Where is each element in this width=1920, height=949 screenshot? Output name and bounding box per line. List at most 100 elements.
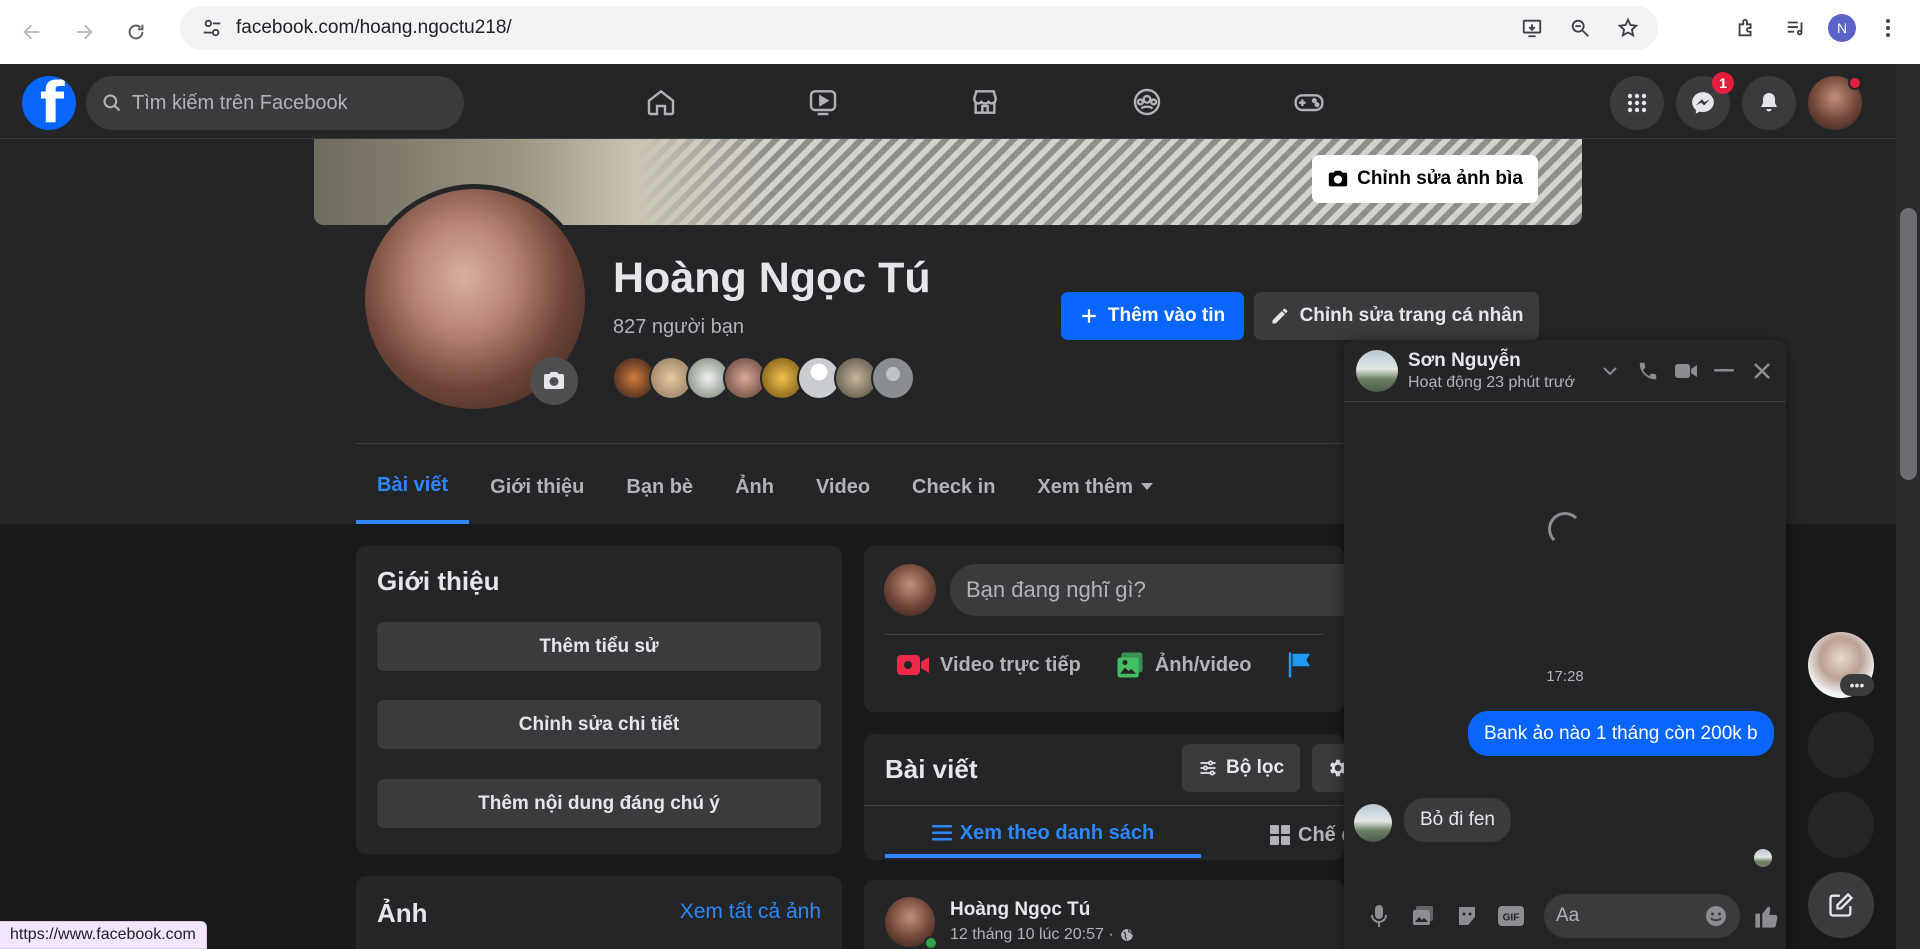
home-icon[interactable]: [580, 64, 742, 139]
notifications-icon[interactable]: [1742, 76, 1796, 130]
incoming-message[interactable]: Bỏ đi fen: [1404, 798, 1511, 842]
install-app-icon[interactable]: [1514, 10, 1550, 46]
grid-view-tab[interactable]: Chế đ: [1270, 812, 1344, 858]
manage-posts-button[interactable]: [1312, 744, 1344, 792]
browser-profile-avatar[interactable]: N: [1828, 14, 1856, 42]
like-icon[interactable]: [1750, 899, 1784, 933]
account-avatar[interactable]: [1808, 76, 1862, 130]
zoom-icon[interactable]: [1562, 10, 1598, 46]
friend-avatar[interactable]: [871, 356, 915, 400]
photo-video-label: Ảnh/video: [1154, 653, 1252, 676]
chat-heads: •••: [1808, 632, 1874, 938]
outgoing-message[interactable]: Bank ảo nào 1 tháng còn 200k b: [1468, 711, 1774, 756]
chevron-down-icon[interactable]: [1594, 353, 1626, 389]
gear-icon: [1330, 759, 1344, 777]
forward-icon[interactable]: [64, 12, 104, 52]
plus-icon: [1082, 309, 1096, 323]
chat-head-placeholder[interactable]: [1808, 712, 1874, 778]
image-icon[interactable]: [1406, 899, 1440, 933]
chat-contact-name[interactable]: Sơn Nguyễn: [1408, 350, 1521, 372]
edit-details-button[interactable]: Chỉnh sửa chi tiết: [377, 700, 821, 749]
chat-head-placeholder[interactable]: [1808, 792, 1874, 858]
sticker-icon[interactable]: [1450, 899, 1484, 933]
add-featured-button[interactable]: Thêm nội dung đáng chú ý: [377, 779, 821, 828]
media-control-icon[interactable]: [1778, 10, 1814, 46]
bookmark-star-icon[interactable]: [1610, 10, 1646, 46]
facebook-logo[interactable]: f: [22, 76, 76, 130]
page-scrollbar[interactable]: [1896, 64, 1920, 949]
filter-button[interactable]: Bộ lọc: [1182, 744, 1300, 792]
list-view-tab[interactable]: Xem theo danh sách: [885, 812, 1201, 858]
edit-cover-button[interactable]: Chỉnh sửa ảnh bìa: [1312, 155, 1538, 203]
online-indicator: [924, 936, 938, 949]
seen-avatar: [1754, 849, 1772, 867]
scrollbar-thumb[interactable]: [1900, 208, 1917, 480]
filter-label: Bộ lọc: [1225, 757, 1285, 778]
photos-title: Ảnh: [377, 898, 428, 928]
avatar[interactable]: [1356, 350, 1398, 392]
close-icon[interactable]: [1746, 353, 1778, 389]
chat-timestamp: 17:28: [1546, 668, 1584, 685]
marketplace-icon[interactable]: [904, 64, 1066, 139]
life-event-button[interactable]: [1285, 650, 1315, 680]
compose-icon: [1829, 892, 1854, 917]
site-settings-icon[interactable]: [192, 17, 232, 39]
post-card: Hoàng Ngọc Tú 12 tháng 10 lúc 20:57 ·: [864, 880, 1344, 949]
search-input[interactable]: Tìm kiếm trên Facebook: [86, 76, 464, 130]
globe-icon: [1120, 929, 1133, 941]
avatar[interactable]: [884, 564, 936, 616]
add-to-story-label: Thêm vào tin: [1107, 305, 1226, 326]
tab-videos[interactable]: Video: [795, 450, 891, 524]
tab-photos[interactable]: Ảnh: [714, 450, 795, 524]
messenger-button[interactable]: 1: [1676, 72, 1734, 130]
edit-profile-label: Chỉnh sửa trang cá nhân: [1299, 305, 1524, 326]
camera-icon: [1328, 170, 1348, 187]
address-bar[interactable]: facebook.com/hoang.ngoctu218/: [180, 6, 1658, 50]
post-timestamp[interactable]: 12 tháng 10 lúc 20:57 ·: [950, 926, 1114, 944]
tab-friends[interactable]: Bạn bè: [605, 450, 714, 524]
video-call-icon[interactable]: [1670, 353, 1702, 389]
new-message-button[interactable]: [1808, 872, 1874, 938]
tab-more[interactable]: Xem thêm: [1016, 450, 1174, 524]
chat-header[interactable]: Sơn Nguyễn Hoạt động 23 phút trướ: [1344, 340, 1786, 402]
intro-card: Giới thiệu Thêm tiểu sử Chỉnh sửa chi ti…: [356, 546, 842, 854]
avatar[interactable]: [1354, 804, 1392, 842]
see-all-photos-link[interactable]: Xem tất cả ảnh: [680, 900, 821, 924]
edit-profile-button[interactable]: Chỉnh sửa trang cá nhân: [1254, 292, 1539, 340]
video-icon[interactable]: [742, 64, 904, 139]
tab-about[interactable]: Giới thiệu: [469, 450, 605, 524]
gif-icon[interactable]: GIF: [1494, 899, 1528, 933]
browser-menu-icon[interactable]: [1870, 10, 1906, 46]
extensions-icon[interactable]: [1728, 10, 1764, 46]
gaming-icon[interactable]: [1228, 64, 1390, 139]
add-bio-button[interactable]: Thêm tiểu sử: [377, 622, 821, 671]
flag-icon: [1289, 652, 1311, 678]
chat-window: Sơn Nguyễn Hoạt động 23 phút trướ 17:28 …: [1344, 340, 1786, 949]
phone-icon[interactable]: [1632, 353, 1664, 389]
friends-avatars: [612, 356, 915, 400]
tab-check-in[interactable]: Check in: [891, 450, 1016, 524]
groups-icon[interactable]: [1066, 64, 1228, 139]
update-profile-picture-button[interactable]: [530, 357, 578, 405]
search-icon: [103, 94, 121, 112]
post-author[interactable]: Hoàng Ngọc Tú: [950, 899, 1090, 921]
url-text[interactable]: facebook.com/hoang.ngoctu218/: [236, 17, 512, 39]
composer-divider: [884, 634, 1324, 635]
menu-grid-icon[interactable]: [1610, 76, 1664, 130]
photo-video-button[interactable]: Ảnh/video: [1115, 650, 1252, 680]
composer-input[interactable]: Bạn đang nghĩ gì?: [950, 564, 1344, 616]
intro-title: Giới thiệu: [377, 566, 500, 596]
profile-tabs: Bài viết Giới thiệu Bạn bè Ảnh Video Che…: [356, 450, 1174, 524]
message-input[interactable]: Aa: [1544, 894, 1740, 938]
search-placeholder: Tìm kiếm trên Facebook: [132, 91, 348, 114]
tab-posts[interactable]: Bài viết: [356, 450, 470, 524]
microphone-icon[interactable]: [1362, 899, 1396, 933]
friends-count[interactable]: 827 người bạn: [613, 316, 744, 339]
back-icon[interactable]: [12, 12, 52, 52]
add-to-story-button[interactable]: Thêm vào tin: [1061, 292, 1244, 340]
live-video-button[interactable]: Video trực tiếp: [896, 650, 1081, 680]
chat-head-avatar[interactable]: •••: [1808, 632, 1874, 698]
emoji-icon[interactable]: [1704, 904, 1728, 928]
reload-icon[interactable]: [116, 12, 156, 52]
minimize-icon[interactable]: [1708, 353, 1740, 389]
